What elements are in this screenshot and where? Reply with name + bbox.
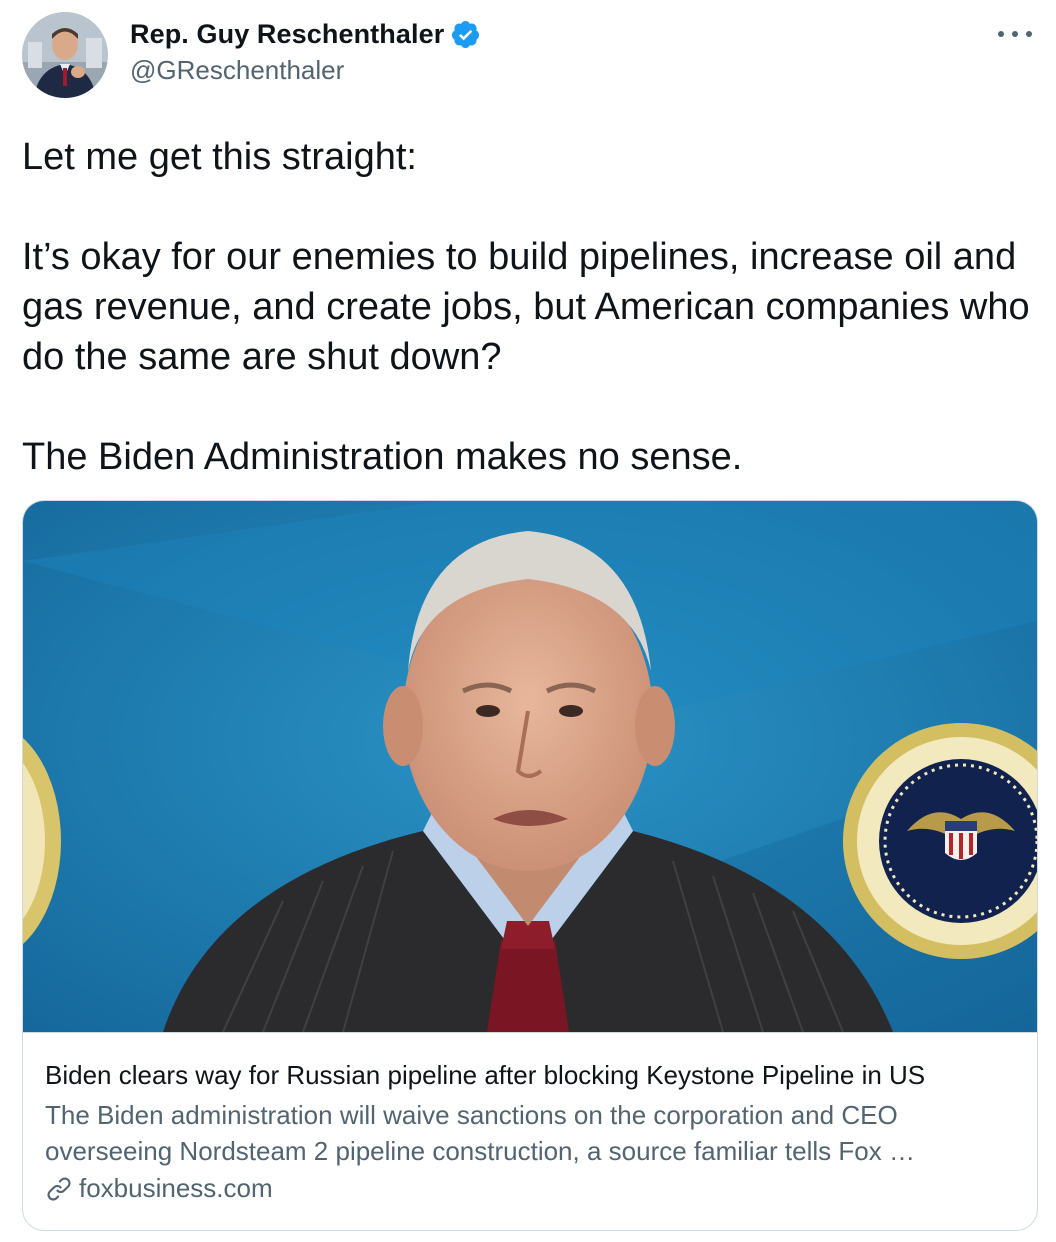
card-image[interactable] — [23, 501, 1037, 1033]
dot-icon — [998, 31, 1004, 37]
verified-badge-icon — [450, 19, 481, 50]
card-domain[interactable]: foxbusiness.com — [45, 1173, 273, 1204]
card-domain-text[interactable]: foxbusiness.com — [79, 1173, 273, 1204]
tweet-text: Let me get this straight: It’s okay for … — [22, 132, 1032, 482]
tweet: Rep. Guy Reschenthaler @GReschenthaler L… — [0, 0, 1056, 1242]
author-display-name[interactable]: Rep. Guy Reschenthaler — [130, 19, 444, 50]
tweet-paragraph: The Biden Administration makes no sense. — [22, 436, 743, 478]
avatar[interactable] — [22, 12, 108, 98]
tweet-paragraph: It’s okay for our enemies to build pipel… — [22, 236, 1030, 378]
dot-icon — [1012, 31, 1018, 37]
tweet-paragraph: Let me get this straight: — [22, 136, 417, 178]
author-name-row[interactable]: Rep. Guy Reschenthaler — [130, 16, 481, 52]
link-icon — [45, 1175, 73, 1203]
author-handle[interactable]: @GReschenthaler — [130, 55, 344, 86]
more-options-icon[interactable] — [998, 22, 1032, 46]
link-preview-card[interactable]: Biden clears way for Russian pipeline af… — [22, 500, 1038, 1231]
dot-icon — [1026, 31, 1032, 37]
card-description: The Biden administration will waive sanc… — [45, 1100, 915, 1166]
card-title[interactable]: Biden clears way for Russian pipeline af… — [45, 1058, 1025, 1092]
